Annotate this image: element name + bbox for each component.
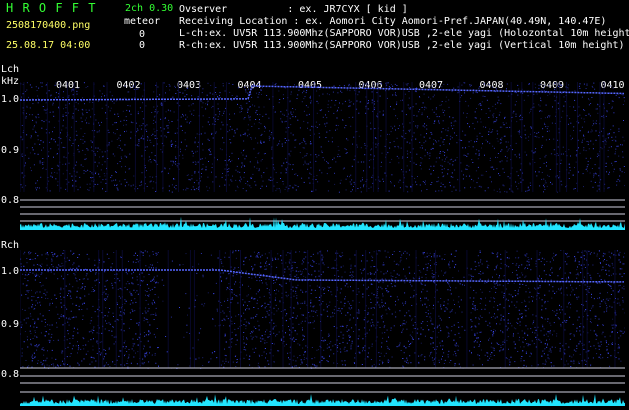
lch-info-line: L-ch:ex. UV5R 113.900Mhz(SAPPORO VOR)USB… [179, 28, 629, 39]
channel-label: 2ch 0.30 [125, 3, 174, 14]
lch-label: Lch [1, 64, 20, 75]
rch-spectrogram [20, 250, 625, 408]
level-meter [20, 394, 625, 406]
rch-ytick: 0.9 [1, 319, 20, 330]
rch-info-line: R-ch:ex. UV5R 113.900Mhz(SAPPORO VOR)USB… [179, 40, 625, 51]
datetime: 25.08.17 04:00 [6, 40, 91, 51]
lch-ytick: 1.0 [1, 94, 20, 105]
filename: 2508170400.png [6, 20, 91, 31]
carrier-signal [20, 85, 625, 101]
lch-ytick: 0.9 [1, 145, 20, 156]
rch-ytick: 0.8 [1, 369, 20, 380]
lch-ytick: 0.8 [1, 195, 20, 206]
rch-ytick: 1.0 [1, 266, 20, 277]
observer-line: Ovserver : ex. JR7CYX [ kid ] [179, 4, 408, 15]
noise-layer [20, 82, 625, 193]
level-meter [20, 216, 625, 230]
lch-spectrogram [20, 82, 625, 232]
noise-layer [20, 250, 625, 369]
meteor-count-r: 0 [139, 40, 146, 51]
rch-label: Rch [1, 240, 20, 251]
location-line: Receiving Location : ex. Aomori City Aom… [179, 16, 607, 27]
lch-unit: kHz [1, 76, 20, 87]
carrier-signal [20, 269, 624, 283]
app-brand: H R O F F T [6, 1, 97, 15]
meteor-label: meteor [124, 16, 161, 27]
